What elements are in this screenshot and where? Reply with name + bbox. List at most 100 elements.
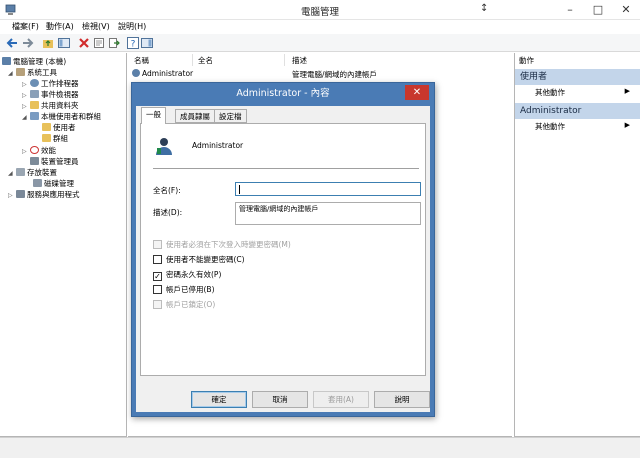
mouse-cursor-icon: ↕ [480,3,489,14]
tab-profile[interactable]: 設定檔 [214,109,247,123]
tree-node-services-apps[interactable]: ▷ 服務與應用程式 [8,189,80,200]
collapse-icon: ◢ [8,70,13,77]
actions-header: 動作 [519,56,534,65]
fullname-field[interactable] [235,182,421,196]
tree-node-users[interactable]: 使用者 [42,122,76,133]
description-field[interactable]: 管理電腦/網域的內建帳戶 [235,202,421,225]
submenu-arrow-icon[interactable]: ▶ [625,121,630,129]
fullname-label: 全名(F): [153,186,181,195]
tree-node-event-viewer[interactable]: ▷ 事件檢視器 [22,89,79,100]
computer-icon [2,57,11,65]
toolbar: ? [0,34,640,52]
storage-icon [16,168,25,176]
close-button[interactable]: ✕ [612,0,640,20]
description-label: 描述(D): [153,208,183,217]
account-locked-checkbox: 帳戶已鎖定(O) [153,299,215,310]
actions-pane: 動作 使用者 其他動作 ▶ Administrator 其他動作 ▶ [514,53,640,437]
back-arrow-icon[interactable] [6,37,18,49]
account-disabled-checkbox[interactable]: 帳戶已停用(B) [153,284,215,295]
svg-text:?: ? [131,40,136,50]
divider [153,168,419,169]
tree-node-disk-management[interactable]: 磁碟管理 [33,178,74,189]
expand-icon: ▷ [8,192,13,199]
up-folder-icon[interactable] [42,37,54,49]
list-item-description: 管理電腦/網域的內建帳戶 [292,70,378,79]
user-account-icon [156,138,172,155]
collapse-icon: ◢ [8,170,13,177]
forward-arrow-icon[interactable] [22,37,34,49]
actions-section-users[interactable]: 使用者 [515,69,640,85]
column-header-description[interactable]: 描述 [292,55,307,66]
minimize-button[interactable]: – [556,0,584,20]
ok-button[interactable]: 確定 [191,391,247,408]
password-never-expires-checkbox[interactable]: ✓ 密碼永久有效(P) [153,269,221,281]
title-bar: 電腦管理 ↕ – □ ✕ [0,0,640,20]
text-caret [239,185,240,194]
more-actions-link[interactable]: 其他動作 [535,121,565,132]
properties-dialog: Administrator - 內容 ✕ 一般 成員隸屬 設定檔 Adminis… [131,82,435,417]
services-icon [16,190,25,198]
column-header-fullname[interactable]: 全名 [198,55,213,66]
must-change-password-checkbox: 使用者必須在下次登入時變更密碼(M) [153,239,291,250]
disk-icon [33,179,42,187]
tab-general[interactable]: 一般 [141,107,166,124]
menu-file[interactable]: 檔案(F) [12,21,39,32]
tab-panel-general: Administrator 全名(F): 描述(D): 管理電腦/網域的內建帳戶… [140,123,426,376]
tree-node-storage[interactable]: ◢ 存放裝置 [8,167,57,178]
actions-section-administrator[interactable]: Administrator [515,103,640,119]
tree-node-system-tools[interactable]: ◢ 系統工具 [8,67,57,78]
collapse-icon: ◢ [22,114,27,121]
checkbox-box[interactable] [153,255,162,264]
tree-node-groups[interactable]: 群組 [42,133,68,144]
performance-icon [30,146,39,154]
show-hide-tree-icon[interactable] [58,37,70,49]
tree-node-root[interactable]: 電腦管理 (本機) [2,56,66,67]
export-icon[interactable] [108,37,120,49]
submenu-arrow-icon[interactable]: ▶ [625,87,630,95]
more-actions-link[interactable]: 其他動作 [535,87,565,98]
dialog-close-button[interactable]: ✕ [405,85,429,100]
dialog-title: Administrator - 內容 [236,88,330,99]
delete-icon[interactable] [78,37,90,49]
help-button[interactable]: 說明 [374,391,430,408]
folder-icon [42,134,51,142]
device-manager-icon [30,157,39,165]
tree-node-device-manager[interactable]: 裝置管理員 [22,156,79,167]
help-icon[interactable]: ? [127,37,139,49]
checkbox-box [153,300,162,309]
tree-node-task-scheduler[interactable]: ▷ 工作排程器 [22,78,79,89]
users-group-icon [30,112,39,120]
console-tree: 電腦管理 (本機) ◢ 系統工具 ▷ 工作排程器 ▷ 事件檢視器 ▷ 共用資料夾 ◢ 本機… [0,53,127,437]
dialog-body: 一般 成員隸屬 設定檔 Administrator 全名(F): 描述(D): … [136,106,430,412]
checkbox-box [153,240,162,249]
clock-icon [30,79,39,87]
tab-member-of[interactable]: 成員隸屬 [175,109,215,123]
shared-folder-icon [30,101,39,109]
tree-node-local-users-groups[interactable]: ◢ 本機使用者和群組 [22,111,101,122]
user-icon [132,69,140,77]
menu-view[interactable]: 檢視(V) [82,21,110,32]
cannot-change-password-checkbox[interactable]: 使用者不能變更密碼(C) [153,254,245,265]
apply-button: 套用(A) [313,391,369,408]
column-header-name[interactable]: 名稱 [134,55,149,66]
menu-bar: 檔案(F) 動作(A) 檢視(V) 說明(H) [0,20,640,34]
tree-node-shared-folders[interactable]: ▷ 共用資料夾 [22,100,79,111]
event-log-icon [30,90,39,98]
window-title: 電腦管理 [300,7,339,18]
column-divider[interactable] [284,54,285,66]
tools-icon [16,68,25,76]
user-name-label: Administrator [192,141,244,150]
action-pane-icon[interactable] [141,37,153,49]
checkbox-box[interactable] [153,285,162,294]
tree-node-performance[interactable]: ▷ 效能 [22,145,56,156]
properties-icon[interactable] [93,37,105,49]
status-bar [0,437,640,458]
menu-help[interactable]: 說明(H) [118,21,146,32]
checkmark-icon[interactable]: ✓ [153,272,162,281]
maximize-button[interactable]: □ [584,0,612,20]
folder-icon [42,123,51,131]
cancel-button[interactable]: 取消 [252,391,308,408]
menu-action[interactable]: 動作(A) [46,21,74,32]
column-divider[interactable] [192,54,193,66]
list-item[interactable]: Administrator [132,69,193,78]
